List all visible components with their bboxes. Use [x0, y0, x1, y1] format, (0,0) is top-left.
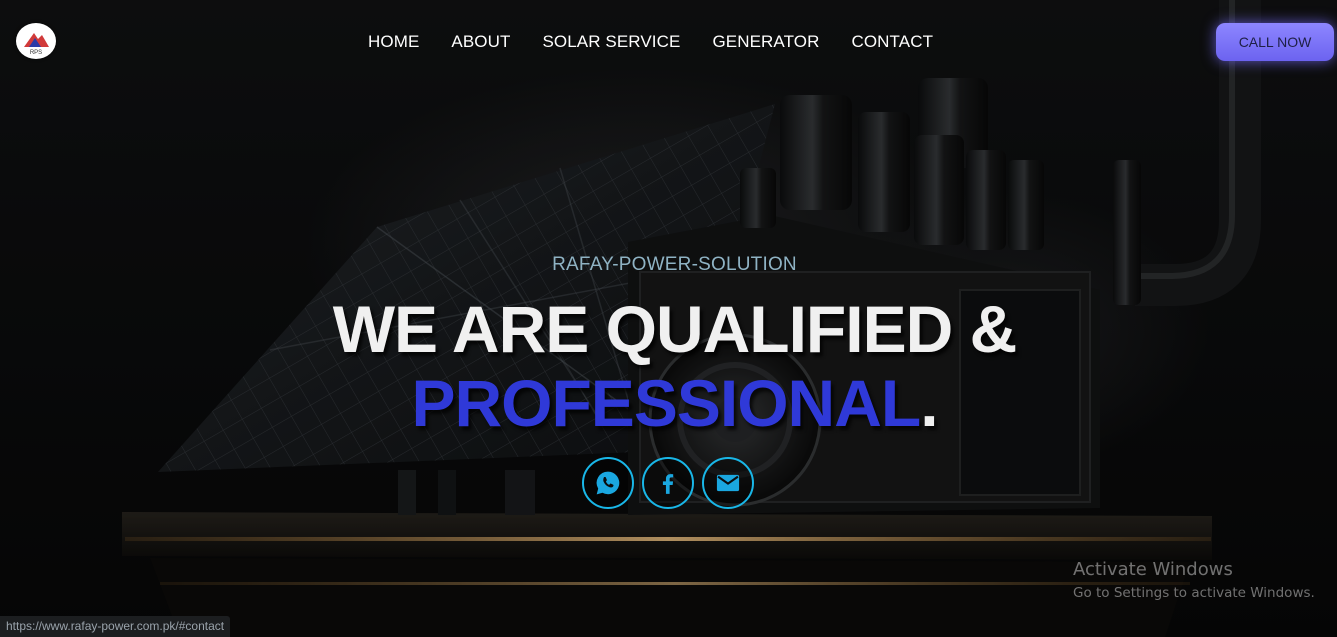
windows-activation-watermark: Activate Windows Go to Settings to activ… [1073, 559, 1315, 603]
hero-section: RPS HOME ABOUT SOLAR SERVICE GENERATOR C… [0, 0, 1337, 637]
whatsapp-icon [596, 471, 620, 495]
nav-solar-service[interactable]: SOLAR SERVICE [542, 31, 680, 53]
site-logo[interactable]: RPS [16, 23, 56, 59]
headline-professional: PROFESSIONAL [411, 366, 921, 440]
nav-generator[interactable]: GENERATOR [712, 31, 819, 53]
hero-eyebrow: RAFAY-POWER-SOLUTION [552, 254, 797, 275]
call-now-button[interactable]: CALL NOW [1216, 23, 1334, 61]
whatsapp-button[interactable] [582, 457, 634, 509]
nav-home[interactable]: HOME [368, 31, 419, 53]
hero-headline: WE ARE QUALIFIED & PROFESSIONAL. [0, 292, 1337, 440]
watermark-title: Activate Windows [1073, 559, 1233, 580]
facebook-button[interactable] [642, 457, 694, 509]
social-links [582, 457, 754, 509]
nav-contact[interactable]: CONTACT [851, 31, 933, 53]
rps-logo-icon: RPS [24, 33, 49, 56]
headline-dot: . [920, 366, 938, 440]
status-bar-url: https://www.rafay-power.com.pk/#contact [0, 616, 231, 637]
facebook-icon [662, 474, 674, 494]
logo-text: RPS [30, 50, 42, 56]
main-nav: HOME ABOUT SOLAR SERVICE GENERATOR CONTA… [368, 31, 933, 53]
headline-line-1: WE ARE QUALIFIED & [332, 292, 1018, 366]
watermark-subtitle: Go to Settings to activate Windows. [1073, 585, 1315, 601]
nav-about[interactable]: ABOUT [451, 31, 510, 53]
headline-line-2: PROFESSIONAL. [0, 366, 1337, 440]
mail-icon [716, 474, 740, 492]
email-button[interactable] [702, 457, 754, 509]
